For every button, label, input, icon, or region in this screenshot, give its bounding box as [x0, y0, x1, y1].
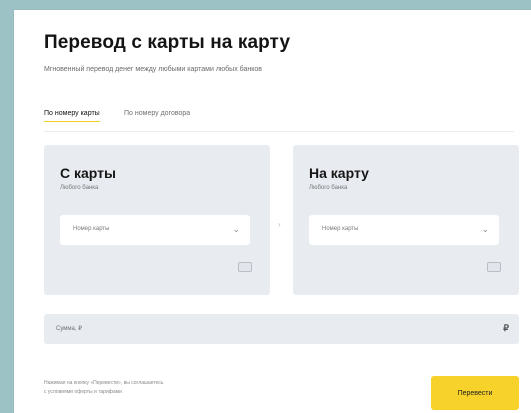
amount-placeholder: Сумма, ₽	[56, 326, 83, 332]
from-card-title: С карты	[60, 165, 116, 181]
tab-contract-number[interactable]: По номеру договора	[124, 110, 190, 121]
from-card-panel: С карты Любого банка Номер карты ⌄	[44, 145, 270, 295]
transfer-card: Перевод с карты на карту Мгновенный пере…	[14, 10, 531, 413]
terms-note: Нажимая на кнопку «Перевести», вы соглаш…	[44, 379, 254, 397]
arrow-right-icon: ›	[278, 220, 281, 229]
to-card-number-input[interactable]: Номер карты ⌄	[309, 215, 499, 245]
to-card-title: На карту	[309, 165, 369, 181]
tabs-divider	[44, 131, 514, 132]
to-card-placeholder: Номер карты	[322, 226, 359, 232]
terms-note-line1: Нажимая на кнопку «Перевести», вы соглаш…	[44, 380, 164, 386]
chevron-down-icon[interactable]: ⌄	[481, 224, 489, 235]
card-chip-icon	[487, 262, 501, 272]
page-title: Перевод с карты на карту	[44, 32, 291, 53]
card-chip-icon	[238, 262, 252, 272]
from-card-placeholder: Номер карты	[73, 226, 110, 232]
from-card-number-input[interactable]: Номер карты ⌄	[60, 215, 250, 245]
currency-icon: ₽	[503, 323, 509, 333]
amount-input[interactable]: Сумма, ₽ ₽	[44, 314, 519, 344]
tabs: По номеру карты По номеру договора	[44, 110, 524, 130]
page-subtitle: Мгновенный перевод денег между любыми ка…	[44, 66, 263, 73]
tab-card-number[interactable]: По номеру карты	[44, 110, 100, 122]
terms-note-line2[interactable]: с условиями оферты и тарифами	[44, 388, 254, 397]
to-card-panel: На карту Любого банка Номер карты ⌄	[293, 145, 519, 295]
submit-transfer-button[interactable]: Перевести	[431, 376, 519, 410]
from-card-label: Любого банка	[60, 185, 99, 191]
chevron-down-icon[interactable]: ⌄	[232, 224, 240, 235]
to-card-label: Любого банка	[309, 185, 348, 191]
